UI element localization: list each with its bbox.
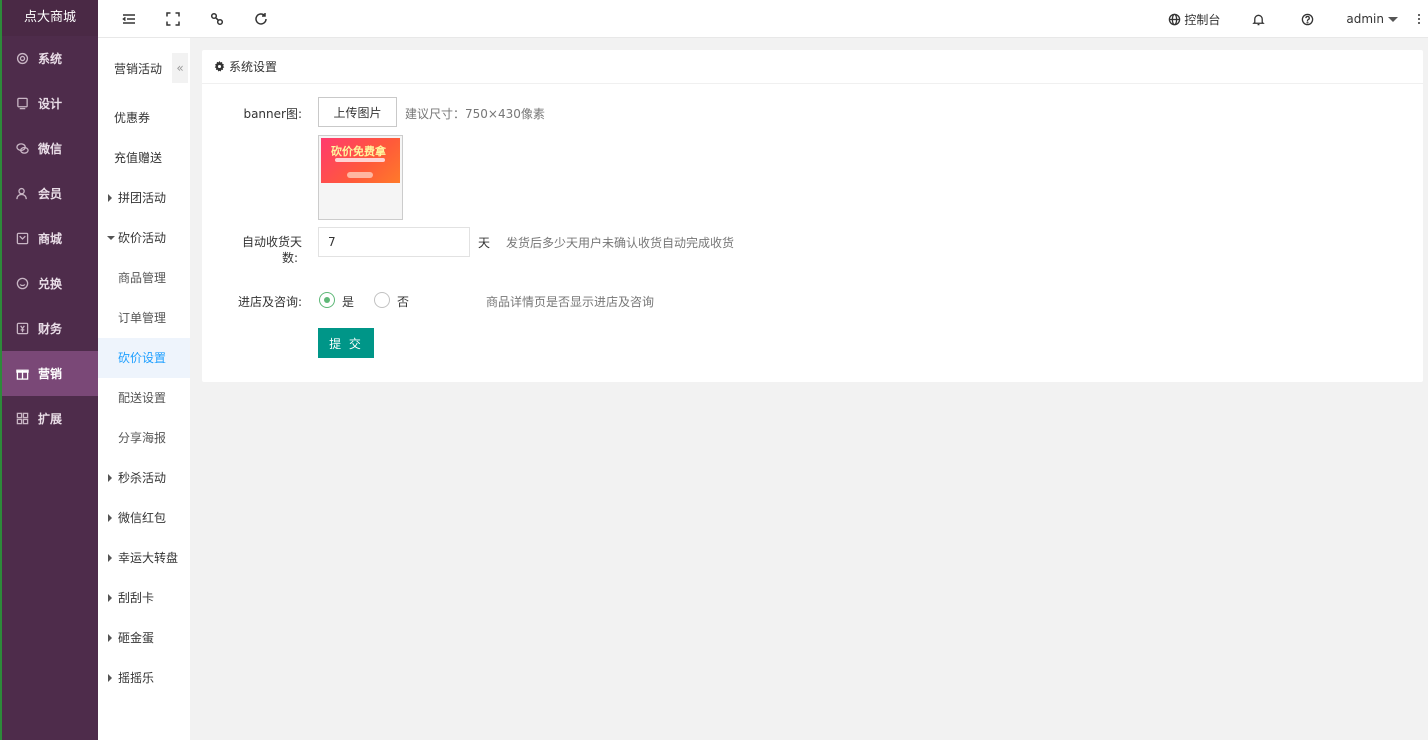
radio-yes[interactable] xyxy=(319,292,335,308)
help-icon xyxy=(1302,13,1314,25)
nav-item-exchange[interactable]: 兑换 xyxy=(2,261,98,306)
subnav-group-lucky-wheel[interactable]: 幸运大转盘 xyxy=(98,538,190,578)
console-link[interactable]: 控制台 xyxy=(1168,11,1220,28)
auto-receive-days-input[interactable] xyxy=(318,227,470,257)
auto-receive-days-label: 自动收货天 数: xyxy=(241,235,302,265)
nav-item-finance[interactable]: 财务 xyxy=(2,306,98,351)
shop-icon xyxy=(16,232,29,245)
nav-item-label: 扩展 xyxy=(38,412,63,426)
gear-icon xyxy=(16,52,29,65)
sub-nav-title: 营销活动 xyxy=(114,62,163,76)
radio-no[interactable] xyxy=(374,292,390,308)
more-vertical-icon[interactable] xyxy=(1418,14,1420,24)
nav-item-extension[interactable]: 扩展 xyxy=(2,396,98,441)
subnav-group-flash-sale[interactable]: 秒杀活动 xyxy=(98,458,190,498)
subnav-group-shake[interactable]: 摇摇乐 xyxy=(98,658,190,698)
subnav-group-golden-egg[interactable]: 砸金蛋 xyxy=(98,618,190,658)
nav-item-marketing[interactable]: 营销 xyxy=(2,351,98,396)
nav-item-shop[interactable]: 商城 xyxy=(2,216,98,261)
nav-item-label: 兑换 xyxy=(38,277,63,291)
grid-icon xyxy=(16,412,29,425)
sub-nav: 营销活动 « 优惠券 充值赠送 拼团活动 砍价活动 商品管理 订单管理 砍价设置… xyxy=(98,38,190,740)
wechat-icon xyxy=(16,142,29,155)
nav-item-label: 设计 xyxy=(38,97,63,111)
nav-item-label: 财务 xyxy=(38,322,63,336)
monitor-icon xyxy=(16,97,29,110)
upload-image-button[interactable]: 上传图片 xyxy=(318,97,397,127)
upload-size-hint: 建议尺寸：750×430像素 xyxy=(405,107,545,121)
nav-item-label: 系统 xyxy=(38,52,63,66)
card-title: 系统设置 xyxy=(229,60,278,74)
subnav-item-bargain-settings[interactable]: 砍价设置 xyxy=(98,338,190,378)
subnav-group-groupbuy[interactable]: 拼团活动 xyxy=(98,178,190,218)
subnav-item-recharge[interactable]: 充值赠送 xyxy=(98,138,190,178)
subnav-item-coupon[interactable]: 优惠券 xyxy=(98,98,190,138)
subnav-group-scratch-card[interactable]: 刮刮卡 xyxy=(98,578,190,618)
link-icon[interactable] xyxy=(209,11,225,27)
store-consult-hint: 商品详情页是否显示进店及咨询 xyxy=(486,295,655,309)
subnav-group-bargain[interactable]: 砍价活动 xyxy=(98,218,190,258)
radio-yes-label[interactable]: 是 xyxy=(342,293,354,310)
subnav-item-product-manage[interactable]: 商品管理 xyxy=(98,258,190,298)
nav-item-label: 会员 xyxy=(38,187,63,201)
sub-nav-header: 营销活动 « xyxy=(98,38,190,98)
brand-logo[interactable]: 点大商城 xyxy=(2,0,98,36)
store-consult-label: 进店及咨询: xyxy=(237,295,302,309)
nav-item-member[interactable]: 会员 xyxy=(2,171,98,216)
nav-item-label: 营销 xyxy=(38,367,63,381)
auto-receive-days-hint: 发货后多少天用户未确认收货自动完成收货 xyxy=(506,236,735,250)
nav-item-label: 商城 xyxy=(38,232,63,246)
exchange-icon xyxy=(16,277,29,290)
top-bar: 控制台 admin xyxy=(98,0,1428,38)
nav-item-label: 微信 xyxy=(38,142,63,156)
user-icon xyxy=(16,187,29,200)
help-button[interactable] xyxy=(1301,13,1314,26)
console-label: 控制台 xyxy=(1184,12,1221,27)
subnav-item-order-manage[interactable]: 订单管理 xyxy=(98,298,190,338)
menu-toggle-icon[interactable] xyxy=(121,11,137,27)
username: admin xyxy=(1346,12,1384,26)
banner-image-text: 砍价免费拿 xyxy=(331,145,386,158)
refresh-icon[interactable] xyxy=(253,11,269,27)
nav-item-system[interactable]: 系统 xyxy=(2,36,98,81)
subnav-item-share-poster[interactable]: 分享海报 xyxy=(98,418,190,458)
collapse-icon[interactable]: « xyxy=(172,53,188,83)
top-bar-right: 控制台 admin xyxy=(1168,0,1428,38)
notification-bell[interactable] xyxy=(1252,13,1266,26)
user-menu[interactable]: admin xyxy=(1346,12,1398,26)
globe-icon xyxy=(1169,13,1181,25)
caret-down-icon xyxy=(1388,16,1398,22)
radio-no-label[interactable]: 否 xyxy=(397,293,409,310)
settings-card: 系统设置 banner图: 上传图片 建议尺寸：750×430像素 砍价免费拿 … xyxy=(202,50,1423,382)
banner-label: banner图: xyxy=(243,107,302,121)
banner-image: 砍价免费拿 xyxy=(321,138,400,183)
left-nav: 点大商城 系统 设计 微信 会员 商城 兑换 财务 营销 扩展 xyxy=(0,0,98,740)
finance-icon xyxy=(16,322,29,335)
submit-button[interactable]: 提 交 xyxy=(318,328,374,358)
days-unit: 天 xyxy=(478,236,491,250)
subnav-group-wechat-redpacket[interactable]: 微信红包 xyxy=(98,498,190,538)
gear-icon xyxy=(214,61,225,72)
nav-item-design[interactable]: 设计 xyxy=(2,81,98,126)
gift-icon xyxy=(16,367,29,380)
banner-thumbnail[interactable]: 砍价免费拿 xyxy=(318,135,403,220)
card-header: 系统设置 xyxy=(202,50,1423,84)
subnav-item-delivery-settings[interactable]: 配送设置 xyxy=(98,378,190,418)
bell-icon xyxy=(1252,14,1266,25)
nav-item-wechat[interactable]: 微信 xyxy=(2,126,98,171)
fullscreen-icon[interactable] xyxy=(165,11,181,27)
